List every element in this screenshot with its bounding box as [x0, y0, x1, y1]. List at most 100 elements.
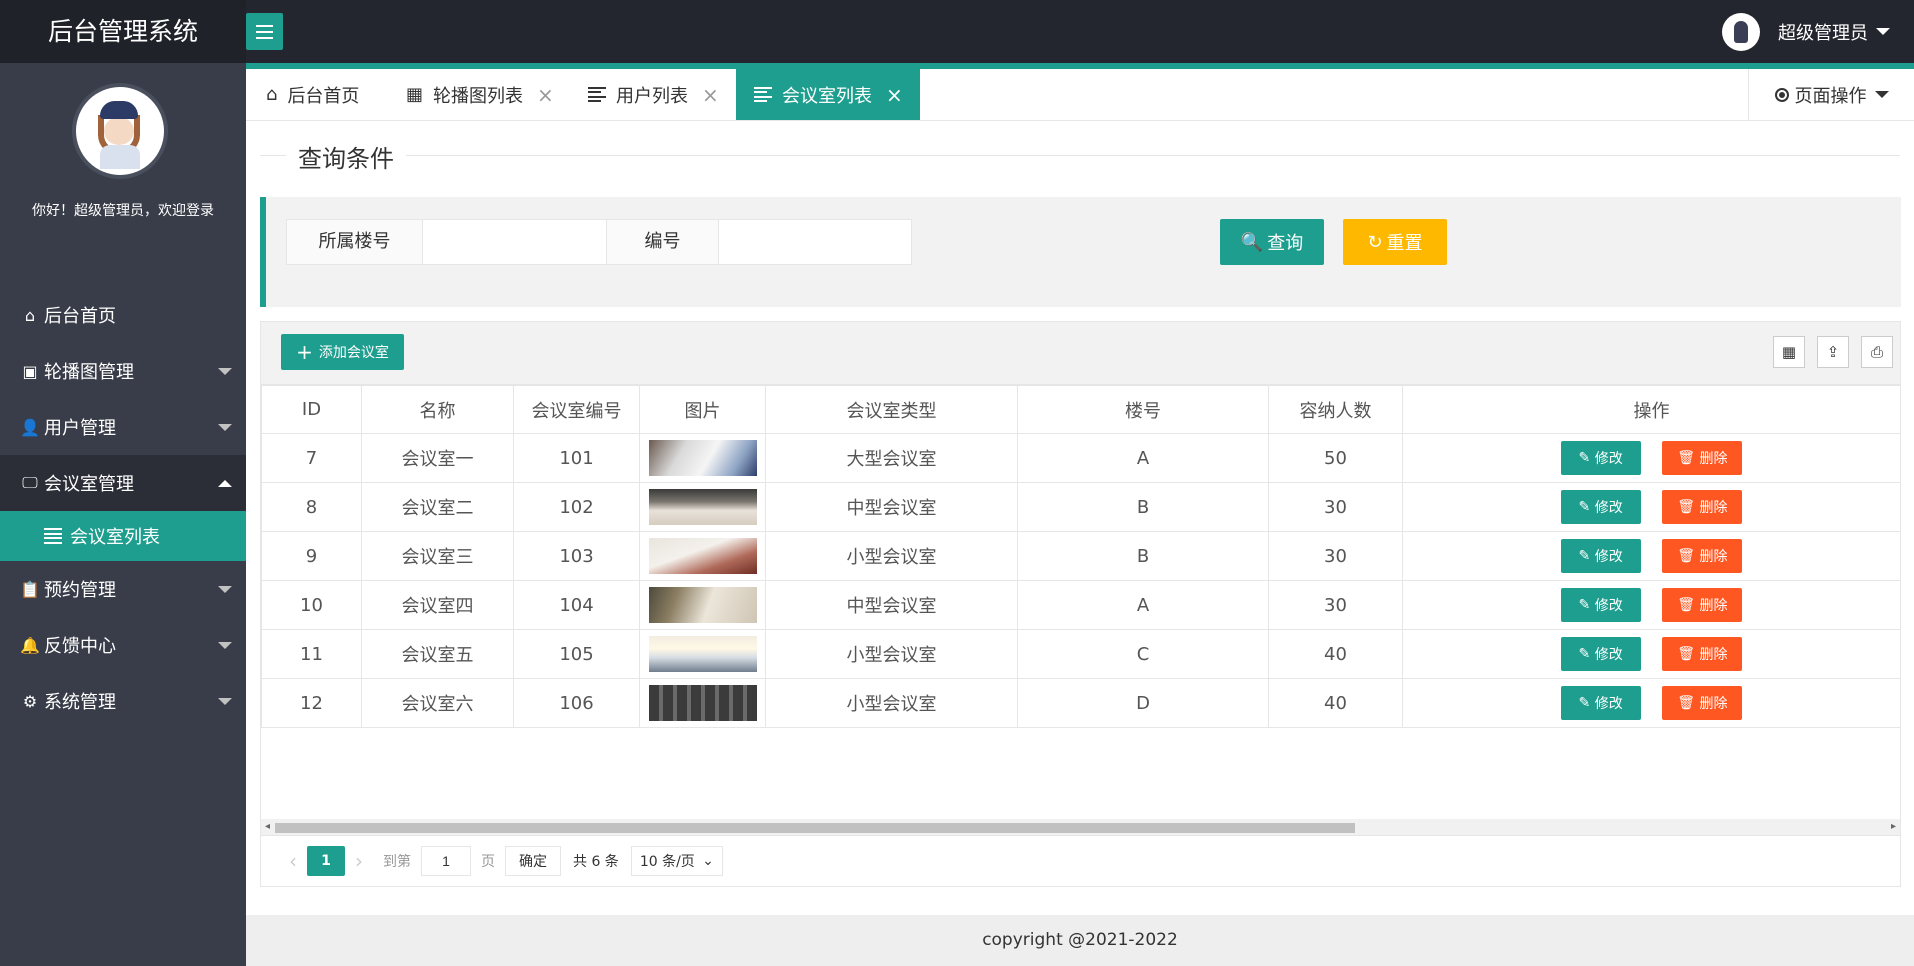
delete-button[interactable]: 🗑 删除: [1662, 588, 1743, 622]
room-thumbnail[interactable]: [648, 538, 757, 574]
sidebar-item-label: 后台首页: [44, 306, 116, 327]
goto-confirm-button[interactable]: 确定: [505, 846, 561, 876]
search-button[interactable]: 🔍 查询: [1220, 219, 1324, 265]
menu-toggle-button[interactable]: [246, 13, 283, 50]
cell-code: 101: [513, 433, 640, 483]
edit-label: 修改: [1594, 451, 1623, 467]
column-header[interactable]: 容纳人数: [1268, 385, 1403, 434]
column-header[interactable]: 会议室类型: [765, 385, 1018, 434]
edit-button[interactable]: ✎ 修改: [1560, 490, 1641, 524]
table-row: 11 会议室五 105 小型会议室 C 40 ✎ 修改 🗑 删除: [261, 629, 1901, 679]
edit-button[interactable]: ✎ 修改: [1560, 686, 1641, 720]
cell-actions: ✎ 修改 🗑 删除: [1402, 629, 1901, 679]
cell-type: 小型会议室: [765, 629, 1018, 679]
room-thumbnail[interactable]: [648, 636, 757, 672]
tab-label: 用户列表: [616, 85, 688, 107]
cell-building: D: [1017, 678, 1269, 728]
cell-capacity: 40: [1268, 678, 1403, 728]
room-thumbnail[interactable]: [648, 587, 757, 623]
delete-button[interactable]: 🗑 删除: [1662, 441, 1743, 475]
column-header[interactable]: 图片: [639, 385, 766, 434]
user-icon: 👤: [20, 417, 40, 437]
column-header[interactable]: 会议室编号: [513, 385, 640, 434]
cell-type: 大型会议室: [765, 433, 1018, 483]
table-row: 7 会议室一 101 大型会议室 A 50 ✎ 修改 🗑 删除: [261, 433, 1901, 483]
list-icon: [44, 528, 62, 544]
code-input[interactable]: [719, 220, 911, 264]
cell-name: 会议室五: [361, 629, 514, 679]
tab-user-list[interactable]: 用户列表 ×: [588, 69, 719, 120]
bell-icon: 🔔: [20, 635, 40, 655]
cell-building: A: [1017, 433, 1269, 483]
goto-prefix: 到第: [383, 854, 411, 870]
scroll-left-icon[interactable]: ◂: [265, 821, 270, 832]
sidebar-item-home[interactable]: ⌂ 后台首页: [0, 287, 246, 343]
sidebar-item-users[interactable]: 👤 用户管理: [0, 399, 246, 455]
tab-label: 会议室列表: [782, 85, 872, 107]
home-icon: ⌂: [24, 305, 36, 325]
column-header: 操作: [1402, 385, 1901, 434]
scroll-thumb[interactable]: [275, 823, 1355, 833]
scroll-right-icon[interactable]: ▸: [1891, 821, 1896, 832]
prev-page-icon[interactable]: ‹: [289, 849, 297, 873]
delete-button[interactable]: 🗑 删除: [1662, 637, 1743, 671]
cell-building: C: [1017, 629, 1269, 679]
user-menu[interactable]: 超级管理员: [1722, 0, 1914, 63]
columns-filter-icon[interactable]: ▦: [1773, 336, 1805, 368]
sidebar-item-reservations[interactable]: 📋 预约管理: [0, 561, 246, 617]
page-number-current[interactable]: 1: [307, 846, 345, 876]
page-operations-label: 页面操作: [1794, 85, 1867, 107]
cell-image: [639, 629, 766, 679]
delete-button[interactable]: 🗑 删除: [1662, 490, 1743, 524]
chevron-down-icon: [218, 642, 232, 649]
column-header[interactable]: 楼号: [1017, 385, 1269, 434]
chevron-down-icon: [218, 698, 232, 705]
print-icon[interactable]: ⎙: [1861, 336, 1893, 368]
edit-button[interactable]: ✎ 修改: [1560, 588, 1641, 622]
cell-actions: ✎ 修改 🗑 删除: [1402, 580, 1901, 630]
sidebar-item-system[interactable]: ⚙ 系统管理: [0, 673, 246, 729]
cell-capacity: 50: [1268, 433, 1403, 483]
column-header[interactable]: ID: [261, 385, 362, 434]
tab-carousel-list[interactable]: ▦ 轮播图列表 ×: [406, 69, 554, 120]
tab-home[interactable]: ⌂ 后台首页: [266, 69, 359, 120]
room-thumbnail[interactable]: [648, 685, 757, 721]
delete-button[interactable]: 🗑 删除: [1662, 539, 1743, 573]
goto-page-input[interactable]: [421, 846, 471, 876]
export-icon[interactable]: ⇪: [1817, 336, 1849, 368]
reset-button[interactable]: ↻ 重置: [1343, 219, 1447, 265]
code-field: 编号: [606, 219, 912, 265]
page-operations-dropdown[interactable]: 页面操作: [1748, 69, 1914, 120]
building-field: 所属楼号: [286, 219, 660, 265]
edit-button[interactable]: ✎ 修改: [1560, 441, 1641, 475]
room-thumbnail[interactable]: [648, 440, 757, 476]
add-button-label: 添加会议室: [318, 345, 389, 361]
delete-button[interactable]: 🗑 删除: [1662, 686, 1743, 720]
sidebar-item-feedback[interactable]: 🔔 反馈中心: [0, 617, 246, 673]
cell-name: 会议室一: [361, 433, 514, 483]
cell-capacity: 30: [1268, 580, 1403, 630]
page-size-select[interactable]: 10 条/页 ⌄: [630, 846, 723, 876]
sidebar-item-carousel[interactable]: ▣ 轮播图管理: [0, 343, 246, 399]
sidebar-item-meeting-rooms[interactable]: 🖵 会议室管理: [0, 455, 246, 511]
table-row: 8 会议室二 102 中型会议室 B 30 ✎ 修改 🗑 删除: [261, 482, 1901, 532]
next-page-icon[interactable]: ›: [355, 849, 363, 873]
sidebar-subitem-meeting-room-list[interactable]: 会议室列表: [0, 511, 246, 561]
edit-label: 修改: [1594, 647, 1623, 663]
delete-label: 删除: [1699, 451, 1728, 467]
add-meeting-room-button[interactable]: + 添加会议室: [281, 334, 404, 370]
top-header: 后台管理系统 超级管理员: [0, 0, 1914, 63]
cell-name: 会议室六: [361, 678, 514, 728]
close-icon[interactable]: ×: [886, 83, 903, 107]
close-icon[interactable]: ×: [537, 83, 554, 107]
horizontal-scrollbar[interactable]: ◂ ▸: [261, 819, 1900, 835]
refresh-icon: ↻: [1367, 231, 1383, 253]
column-header[interactable]: 名称: [361, 385, 514, 434]
edit-button[interactable]: ✎ 修改: [1560, 637, 1641, 671]
room-thumbnail[interactable]: [648, 489, 757, 525]
edit-button[interactable]: ✎ 修改: [1560, 539, 1641, 573]
cell-code: 104: [513, 580, 640, 630]
close-icon[interactable]: ×: [702, 83, 719, 107]
tab-meeting-room-list[interactable]: 会议室列表 ×: [736, 69, 920, 120]
sidebar-item-label: 会议室管理: [44, 474, 134, 495]
